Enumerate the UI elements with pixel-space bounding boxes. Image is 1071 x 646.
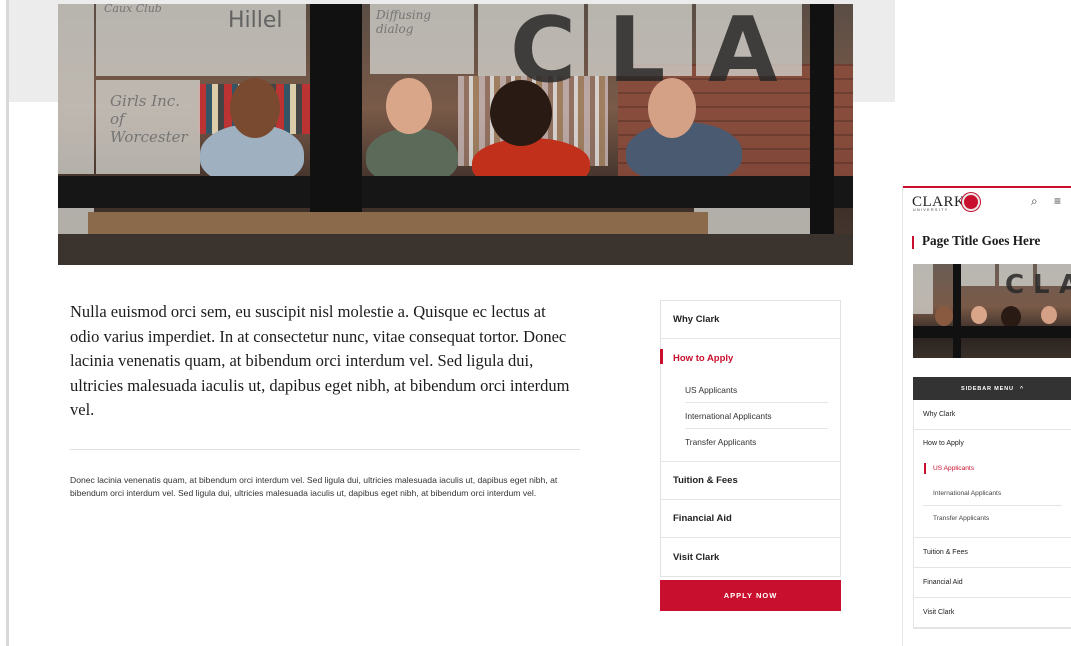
mobile-sidebar-list: Why Clark How to Apply US Applicants Int… bbox=[913, 400, 1071, 629]
mobile-sidebar-item-why-clark[interactable]: Why Clark bbox=[914, 400, 1071, 430]
sidebar-item-tuition-fees[interactable]: Tuition & Fees bbox=[661, 462, 840, 500]
sidebar-subitem-international-applicants[interactable]: International Applicants bbox=[685, 403, 828, 429]
glass-pane bbox=[913, 264, 933, 314]
mobile-accent-line bbox=[903, 186, 1071, 188]
window-letter: L bbox=[1033, 270, 1050, 300]
sidebar-subitem-us-applicants[interactable]: US Applicants bbox=[685, 377, 828, 403]
lead-paragraph: Nulla euismod orci sem, eu suscipit nisl… bbox=[70, 302, 570, 419]
mobile-sidebar-item-how-to-apply[interactable]: How to Apply bbox=[914, 430, 1071, 456]
title-accent-bar bbox=[912, 236, 914, 249]
glass-pane bbox=[58, 4, 94, 174]
person-3-head bbox=[490, 80, 552, 146]
window-beam bbox=[58, 176, 853, 208]
hero-photo: C L A Hillel Girls Inc. of Worcester Dif… bbox=[58, 4, 853, 265]
how-to-apply-group: How to Apply US Applicants International… bbox=[660, 339, 840, 462]
mobile-sidebar-subitem-us-applicants[interactable]: US Applicants bbox=[923, 456, 1062, 481]
content-divider bbox=[70, 449, 580, 450]
sidebar-item-visit-clark[interactable]: Visit Clark bbox=[661, 538, 840, 576]
window-letter: C bbox=[1005, 270, 1025, 300]
clark-seal-icon bbox=[962, 193, 980, 211]
club-sign: Caux Club bbox=[104, 4, 162, 15]
mobile-sidebar-item-tuition-fees[interactable]: Tuition & Fees bbox=[914, 538, 1071, 568]
sidebar-item-why-clark[interactable]: Why Clark bbox=[661, 301, 840, 339]
window-beam bbox=[913, 326, 1071, 338]
sidebar-subitem-transfer-applicants[interactable]: Transfer Applicants bbox=[685, 429, 828, 455]
hillel-sign: Hillel bbox=[228, 8, 283, 33]
page-title: Page Title Goes Here bbox=[922, 233, 1041, 248]
window-letter: A bbox=[708, 4, 778, 103]
person-head bbox=[1041, 306, 1057, 324]
sidebar-menu-label: SIDEBAR MENU bbox=[961, 385, 1014, 392]
sidebar-nav: Why Clark How to Apply US Applicants Int… bbox=[660, 300, 841, 577]
body-paragraph: Donec lacinia venenatis quam, at bibendu… bbox=[70, 475, 558, 498]
mobile-sidebar-subitem-international-applicants[interactable]: International Applicants bbox=[923, 481, 1062, 506]
sidebar-menu-toggle[interactable]: SIDEBAR MENU ^ bbox=[913, 377, 1071, 400]
person-4-head bbox=[648, 78, 696, 138]
diffusion-sign: Diffusing dialog bbox=[376, 8, 432, 36]
sidebar-item-financial-aid[interactable]: Financial Aid bbox=[661, 500, 840, 538]
sidebar-item-how-to-apply[interactable]: How to Apply bbox=[660, 339, 840, 377]
apply-now-button[interactable]: APPLY NOW bbox=[660, 580, 841, 611]
mobile-how-to-apply-group: How to Apply US Applicants International… bbox=[914, 430, 1071, 538]
person-2-head bbox=[386, 78, 432, 134]
window-mullion bbox=[953, 264, 961, 358]
mobile-preview: CLARK UNIVERSITY ⌕ ≡ Page Title Goes Her… bbox=[902, 186, 1071, 646]
person-1-head bbox=[230, 78, 280, 138]
person-head bbox=[1001, 306, 1021, 328]
mobile-sidebar-item-financial-aid[interactable]: Financial Aid bbox=[914, 568, 1071, 598]
window-mullion bbox=[810, 4, 834, 265]
girls-inc-sign: Girls Inc. of Worcester bbox=[110, 92, 188, 146]
person-head bbox=[935, 306, 953, 326]
glass-pane bbox=[961, 264, 995, 286]
person-head bbox=[971, 306, 987, 324]
clark-logo-subtitle: UNIVERSITY bbox=[913, 208, 949, 212]
study-table bbox=[88, 212, 708, 234]
mobile-sidebar-item-visit-clark[interactable]: Visit Clark bbox=[914, 598, 1071, 628]
window-letter: A bbox=[1059, 270, 1071, 300]
search-icon[interactable]: ⌕ bbox=[1031, 194, 1045, 208]
chevron-up-icon: ^ bbox=[1019, 385, 1024, 392]
hamburger-menu-icon[interactable]: ≡ bbox=[1054, 194, 1070, 208]
mobile-hero-photo: C L A bbox=[913, 264, 1071, 358]
mobile-sidebar-subitem-transfer-applicants[interactable]: Transfer Applicants bbox=[923, 506, 1062, 531]
table-base bbox=[58, 234, 853, 265]
